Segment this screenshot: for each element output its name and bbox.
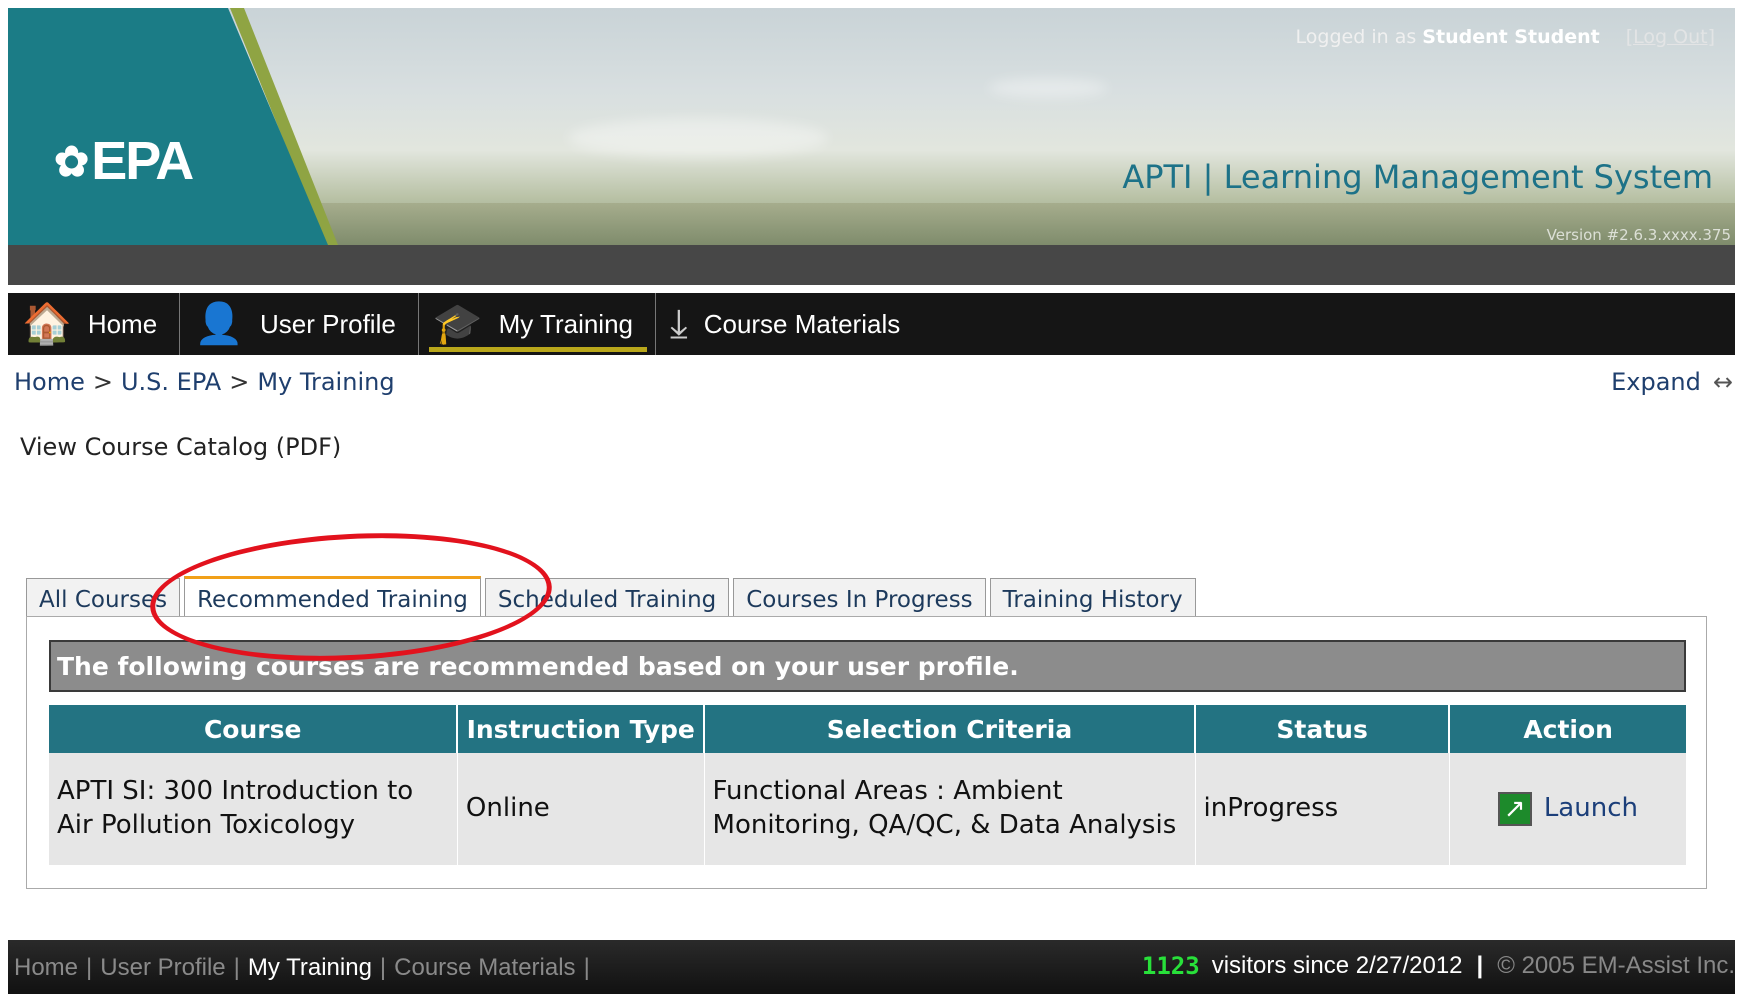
tab-scheduled-training[interactable]: Scheduled Training: [484, 578, 730, 618]
header-spacer-bar: [8, 245, 1735, 285]
user-name: Student Student: [1422, 26, 1600, 48]
action-cell: ↗ Launch: [1449, 753, 1686, 865]
visitors-label: visitors since 2/27/2012: [1211, 952, 1463, 979]
footer: Home | User Profile | My Training | Course …: [8, 940, 1735, 994]
launch-label: Launch: [1543, 792, 1638, 823]
footer-link-my-training[interactable]: My Training: [248, 954, 372, 982]
footer-link-course-materials[interactable]: Course Materials: [394, 954, 575, 982]
header-banner: ✿ EPA Logged in as Student Student [Log …: [8, 8, 1735, 245]
tab-training-history[interactable]: Training History: [989, 578, 1196, 618]
course-table: Course Instruction Type Selection Criter…: [49, 705, 1686, 865]
visitor-counter: 1123: [1141, 952, 1200, 980]
copyright-text: © 2005 EM-Assist Inc.: [1497, 952, 1735, 979]
status-cell: inProgress: [1195, 753, 1450, 865]
cloud-decoration: [568, 118, 828, 158]
launch-button[interactable]: ↗ Launch: [1497, 791, 1638, 826]
main-nav: 🏠 Home 👤 User Profile 🎓 My Training ⤓ Co…: [8, 293, 1735, 355]
epa-flower-icon: ✿: [54, 137, 89, 185]
nav-label: User Profile: [259, 308, 396, 339]
breadcrumb: Home > U.S. EPA > My Training: [14, 368, 395, 396]
selection-criteria-cell: Functional Areas : Ambient Monitoring, Q…: [704, 753, 1196, 865]
footer-separator: |: [86, 954, 93, 981]
footer-link-home[interactable]: Home: [14, 954, 78, 982]
tab-all-courses[interactable]: All Courses: [26, 578, 181, 618]
logo-text: EPA: [91, 131, 194, 191]
footer-divider: |: [1476, 952, 1484, 979]
footer-stats: 1123 visitors since 2/27/2012 | © 2005 E…: [1142, 952, 1735, 980]
graduation-cap-icon: 🎓: [432, 302, 483, 346]
nav-item-my-training[interactable]: 🎓 My Training: [419, 293, 657, 355]
column-header-selection-criteria: Selection Criteria: [704, 705, 1196, 753]
cloud-decoration: [988, 78, 1108, 98]
footer-links: Home | User Profile | My Training | Course …: [14, 954, 598, 982]
breadcrumb-us-epa[interactable]: U.S. EPA: [121, 368, 221, 396]
column-header-status: Status: [1195, 705, 1451, 753]
download-icon: ⤓: [670, 302, 688, 346]
launch-arrow-icon: ↗: [1497, 791, 1532, 826]
column-header-course: Course: [49, 705, 459, 753]
footer-separator: |: [233, 954, 240, 981]
column-header-instruction-type: Instruction Type: [457, 705, 706, 753]
epa-logo[interactable]: ✿ EPA: [54, 130, 194, 192]
training-tabs: All Courses Recommended Training Schedul…: [26, 576, 1200, 618]
breadcrumb-separator: >: [229, 368, 250, 396]
home-icon: 🏠: [22, 302, 72, 346]
course-name-cell: APTI SI: 300 Introduction to Air Polluti…: [49, 753, 458, 865]
column-header-action: Action: [1449, 705, 1686, 753]
nav-label: Course Materials: [703, 308, 901, 339]
nav-item-user-profile[interactable]: 👤 User Profile: [180, 293, 419, 355]
logout-link[interactable]: [Log Out]: [1626, 26, 1715, 48]
expand-toggle[interactable]: Expand ↔: [1611, 368, 1733, 396]
nav-label: My Training: [498, 308, 634, 339]
expand-label: Expand: [1611, 368, 1701, 396]
site-title: APTI | Learning Management System: [1122, 158, 1713, 196]
nav-item-course-materials[interactable]: ⤓ Course Materials: [656, 293, 922, 355]
recommendation-message: The following courses are recommended ba…: [49, 640, 1686, 692]
nav-label: Home: [87, 308, 158, 339]
tab-recommended-training[interactable]: Recommended Training: [184, 576, 481, 618]
footer-link-user-profile[interactable]: User Profile: [100, 954, 225, 982]
breadcrumb-home[interactable]: Home: [14, 368, 85, 396]
version-label: Version #2.6.3.xxxx.375: [1546, 226, 1731, 244]
breadcrumb-separator: >: [92, 368, 113, 396]
table-row: APTI SI: 300 Introduction to Air Polluti…: [49, 753, 1686, 865]
left-right-arrow-icon: ↔: [1712, 368, 1733, 396]
nav-item-home[interactable]: 🏠 Home: [8, 293, 181, 355]
course-catalog-link[interactable]: View Course Catalog (PDF): [20, 433, 341, 461]
tab-content-panel: The following courses are recommended ba…: [26, 616, 1707, 889]
login-prefix: Logged in as: [1295, 26, 1417, 48]
user-icon: 👤: [194, 302, 244, 346]
tab-courses-in-progress[interactable]: Courses In Progress: [733, 578, 986, 618]
login-status: Logged in as Student Student [Log Out]: [1296, 26, 1715, 48]
footer-separator: |: [379, 954, 387, 981]
instruction-type-cell: Online: [457, 753, 705, 865]
footer-separator: |: [583, 954, 590, 981]
table-header-row: Course Instruction Type Selection Criter…: [49, 705, 1686, 753]
breadcrumb-my-training[interactable]: My Training: [257, 368, 394, 396]
